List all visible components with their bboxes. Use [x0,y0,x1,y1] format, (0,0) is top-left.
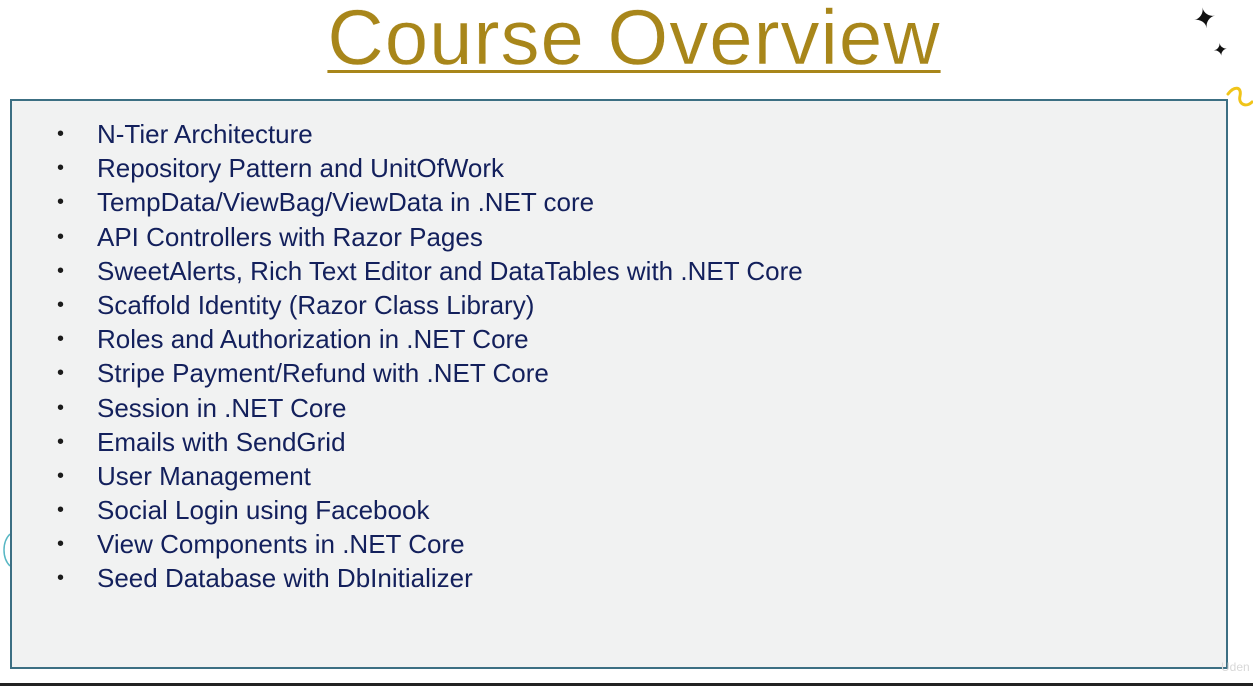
bullet-icon: • [57,396,65,419]
topic-item: • API Controllers with Razor Pages [57,220,803,254]
topic-text: Emails with SendGrid [97,426,346,457]
bullet-icon: • [57,123,65,145]
topic-text: API Controllers with Razor Pages [97,221,483,252]
topic-item: • Roles and Authorization in .NET Core [57,322,803,356]
topic-text: Scaffold Identity (Razor Class Library) [97,289,535,320]
topic-item: • Session in .NET Core [57,391,803,425]
topic-item: • User Management [57,459,803,493]
topic-text: Repository Pattern and UnitOfWork [97,153,505,184]
topic-item: • SweetAlerts, Rich Text Editor and DataT… [57,254,803,288]
slide-title-text: Course Overview [327,0,941,81]
topic-item: • N-Tier Architecture [57,117,803,151]
topic-text: Session in .NET Core [97,392,347,423]
topic-item: • Repository Pattern and UnitOfWork [57,151,803,185]
bullet-icon: • [57,157,65,180]
topic-text: Roles and Authorization in .NET Core [97,324,529,355]
topic-item: • Stripe Payment/Refund with .NET Core [57,356,803,390]
bullet-icon: • [57,464,65,487]
bullet-icon: • [57,567,65,590]
curl-decoration-icon [1226,86,1253,107]
topic-text: Social Login using Facebook [97,495,430,526]
topic-list: • N-Tier Architecture • Repository Pattern … [57,117,803,596]
topic-item: • Emails with SendGrid [57,425,803,459]
bullet-icon: • [57,499,65,522]
topic-text: View Components in .NET Core [97,529,465,560]
bullet-icon: • [57,328,65,351]
topic-text: N-Tier Architecture [97,119,313,149]
topic-text: User Management [97,460,311,491]
bullet-icon: • [57,430,65,453]
topic-item: • TempData/ViewBag/ViewData in .NET core [57,185,803,219]
topic-text: Seed Database with DbInitializer [97,563,473,594]
bullet-icon: • [57,225,65,248]
topic-item: • Seed Database with DbInitializer [57,561,803,595]
topics-panel: • N-Tier Architecture • Repository Pattern … [10,99,1228,669]
bullet-icon: • [57,259,65,282]
bullet-icon: • [57,191,65,214]
topic-text: TempData/ViewBag/ViewData in .NET core [97,187,595,218]
slide-title: Course Overview [0,0,1253,82]
bullet-icon: • [57,533,65,556]
sparkle-small-icon: ✦ [1211,39,1230,62]
watermark: Uden [1221,660,1250,674]
topic-text: SweetAlerts, Rich Text Editor and DataTa… [97,255,803,286]
topic-text: Stripe Payment/Refund with .NET Core [97,358,549,389]
bullet-icon: • [57,293,65,316]
topic-item: • Scaffold Identity (Razor Class Library) [57,288,803,322]
topic-item: • View Components in .NET Core [57,527,803,561]
topic-item: • Social Login using Facebook [57,493,803,527]
bullet-icon: • [57,362,65,385]
